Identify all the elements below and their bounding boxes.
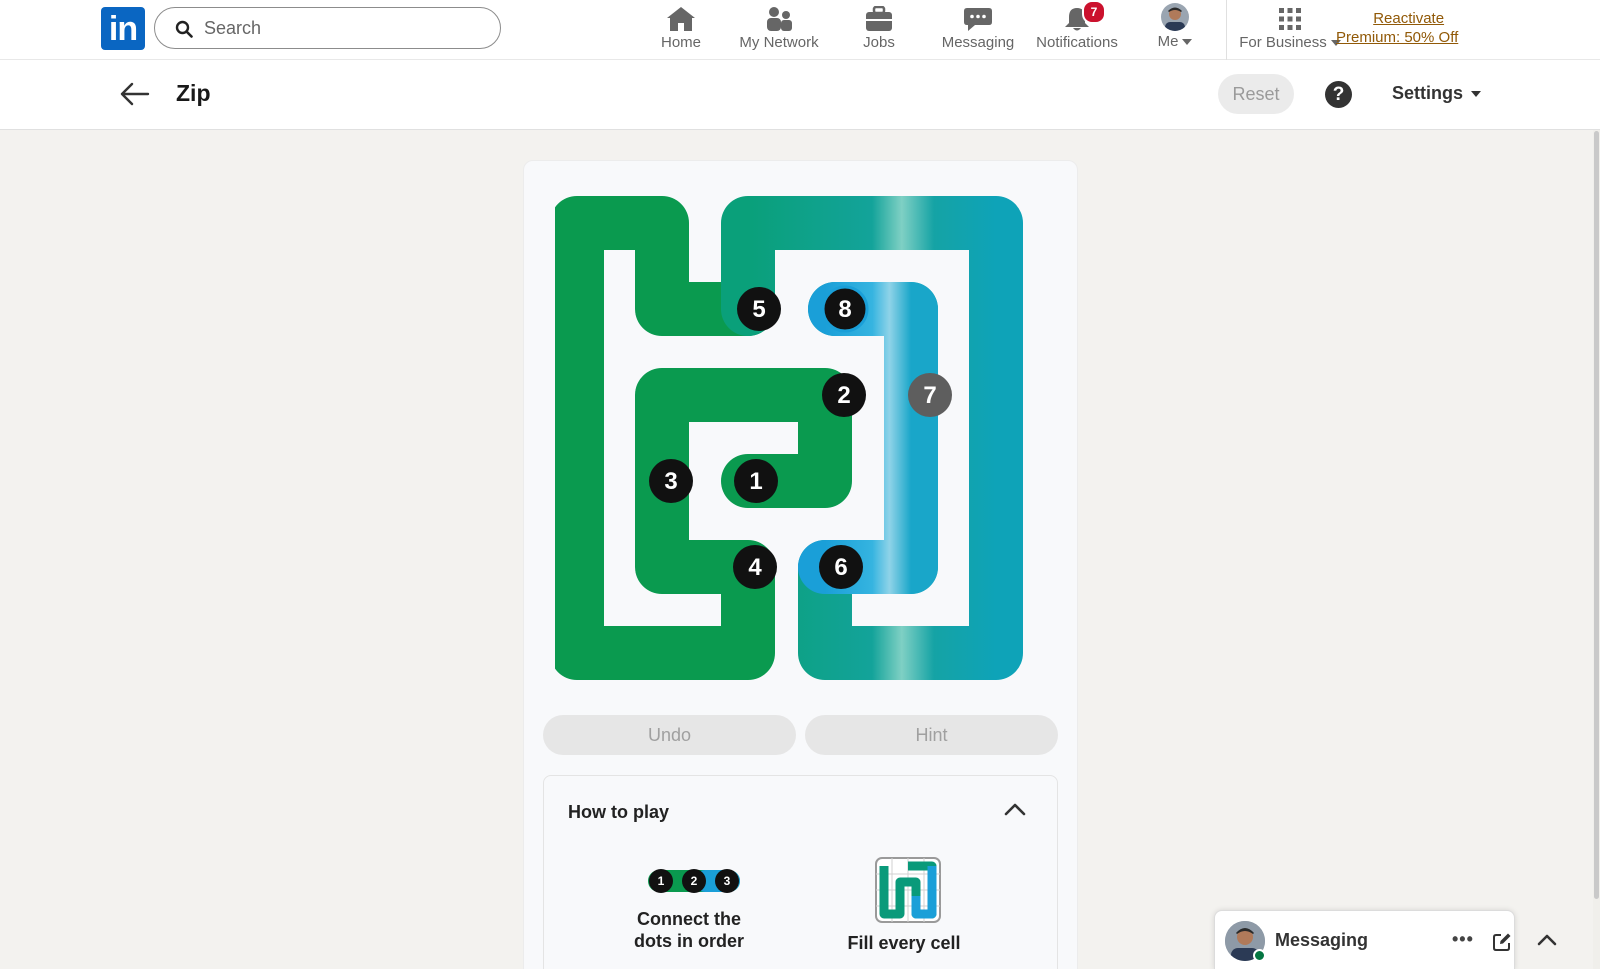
rule1-line-1: Connect the bbox=[636, 909, 741, 929]
for-business-text: For Business bbox=[1239, 34, 1327, 51]
nav-my-network[interactable]: My Network bbox=[735, 0, 823, 60]
dot-7[interactable]: 7 bbox=[908, 373, 952, 417]
back-arrow-icon[interactable] bbox=[120, 82, 150, 106]
rule1-line-2: dots in order bbox=[633, 931, 744, 951]
chevron-up-icon[interactable] bbox=[1004, 802, 1026, 816]
dot-6-label: 6 bbox=[834, 554, 847, 581]
scrollbar-thumb[interactable] bbox=[1594, 131, 1599, 899]
compose-icon[interactable] bbox=[1492, 932, 1512, 952]
briefcase-icon bbox=[866, 6, 892, 31]
messaging-dock-label: Messaging bbox=[1275, 930, 1369, 950]
dot-4-label: 4 bbox=[748, 554, 762, 581]
dot-2[interactable]: 2 bbox=[822, 373, 866, 417]
nav-messaging-label: Messaging bbox=[941, 34, 1015, 51]
top-navigation-bar: in Search Home My Network Jobs Messaging… bbox=[0, 0, 1600, 60]
path-segment-1-5 bbox=[555, 196, 852, 680]
nav-home[interactable]: Home bbox=[650, 0, 712, 60]
dot-5-label: 5 bbox=[752, 296, 765, 323]
nav-jobs[interactable]: Jobs bbox=[850, 0, 908, 60]
reactivate-premium-link[interactable]: Reactivate Premium: 50% Off bbox=[1336, 9, 1458, 47]
nav-notifications-label: Notifications bbox=[1036, 34, 1118, 51]
notification-badge: 7 bbox=[1082, 0, 1106, 24]
rule-fill-every-cell: Fill every cell bbox=[847, 933, 961, 953]
dot-3[interactable]: 3 bbox=[649, 459, 693, 503]
chevron-down-icon bbox=[1182, 39, 1193, 46]
premium-line-1: Reactivate bbox=[1373, 10, 1445, 27]
home-icon bbox=[667, 7, 695, 31]
how-to-play-title: How to play bbox=[568, 802, 670, 822]
settings-label: Settings bbox=[1392, 83, 1464, 103]
chevron-up-icon[interactable] bbox=[1537, 933, 1557, 947]
dot-3-label: 3 bbox=[664, 468, 677, 495]
rule-dot-1: 1 bbox=[658, 874, 665, 888]
avatar bbox=[1161, 3, 1189, 31]
dot-4[interactable]: 4 bbox=[733, 545, 777, 589]
hint-button[interactable]: Hint bbox=[805, 715, 1058, 755]
dot-5[interactable]: 5 bbox=[737, 287, 781, 331]
dot-6[interactable]: 6 bbox=[819, 545, 863, 589]
game-header: Zip Reset ? Settings bbox=[0, 60, 1600, 130]
dot-2-label: 2 bbox=[837, 382, 850, 409]
fill-grid-icon bbox=[875, 857, 941, 923]
dot-8-label: 8 bbox=[838, 296, 851, 323]
nav-divider bbox=[1226, 0, 1227, 60]
search-icon bbox=[175, 20, 193, 38]
nav-home-label: Home bbox=[660, 34, 701, 51]
grid-icon bbox=[1279, 8, 1301, 30]
search-input[interactable]: Search bbox=[154, 7, 501, 49]
more-options-icon[interactable]: ••• bbox=[1452, 929, 1474, 950]
dot-1-label: 1 bbox=[749, 468, 762, 495]
nav-me-label: Me bbox=[1150, 33, 1200, 50]
nav-notifications[interactable]: 7 Notifications bbox=[1034, 0, 1120, 60]
nav-my-network-label: My Network bbox=[739, 34, 819, 51]
rule-connect-dots: Connect the dots in order bbox=[614, 908, 764, 952]
nav-me[interactable]: Me bbox=[1150, 0, 1200, 60]
nav-for-business-label: For Business bbox=[1238, 34, 1342, 51]
chevron-down-icon bbox=[1471, 91, 1482, 98]
dot-7-label: 7 bbox=[923, 382, 936, 409]
online-status-dot bbox=[1253, 949, 1266, 962]
messaging-dock[interactable]: Messaging ••• bbox=[1214, 910, 1557, 969]
search-placeholder: Search bbox=[204, 18, 262, 38]
game-title: Zip bbox=[176, 80, 211, 106]
rule-dot-3: 3 bbox=[724, 874, 731, 888]
network-icon bbox=[767, 7, 792, 31]
chat-icon bbox=[964, 8, 992, 31]
zip-game-board[interactable]: 5 8 2 7 3 1 4 6 bbox=[555, 195, 1049, 685]
premium-line-2: Premium: 50% Off bbox=[1336, 29, 1459, 46]
nav-for-business[interactable]: For Business bbox=[1238, 0, 1342, 60]
nav-messaging[interactable]: Messaging bbox=[940, 0, 1016, 60]
dot-1[interactable]: 1 bbox=[734, 459, 778, 503]
me-text: Me bbox=[1157, 33, 1179, 50]
how-to-play-panel: How to play 1 2 3 Connect the dots in or… bbox=[543, 775, 1058, 969]
nav-jobs-label: Jobs bbox=[863, 34, 895, 51]
reset-button[interactable]: Reset bbox=[1218, 74, 1294, 114]
undo-button[interactable]: Undo bbox=[543, 715, 796, 755]
settings-dropdown[interactable]: Settings bbox=[1392, 83, 1482, 104]
linkedin-logo[interactable]: in bbox=[101, 7, 145, 50]
dot-8[interactable]: 8 bbox=[821, 285, 869, 333]
rule-dot-2: 2 bbox=[691, 874, 698, 888]
help-icon[interactable]: ? bbox=[1325, 81, 1352, 108]
connect-dots-icon: 1 2 3 bbox=[648, 869, 740, 893]
